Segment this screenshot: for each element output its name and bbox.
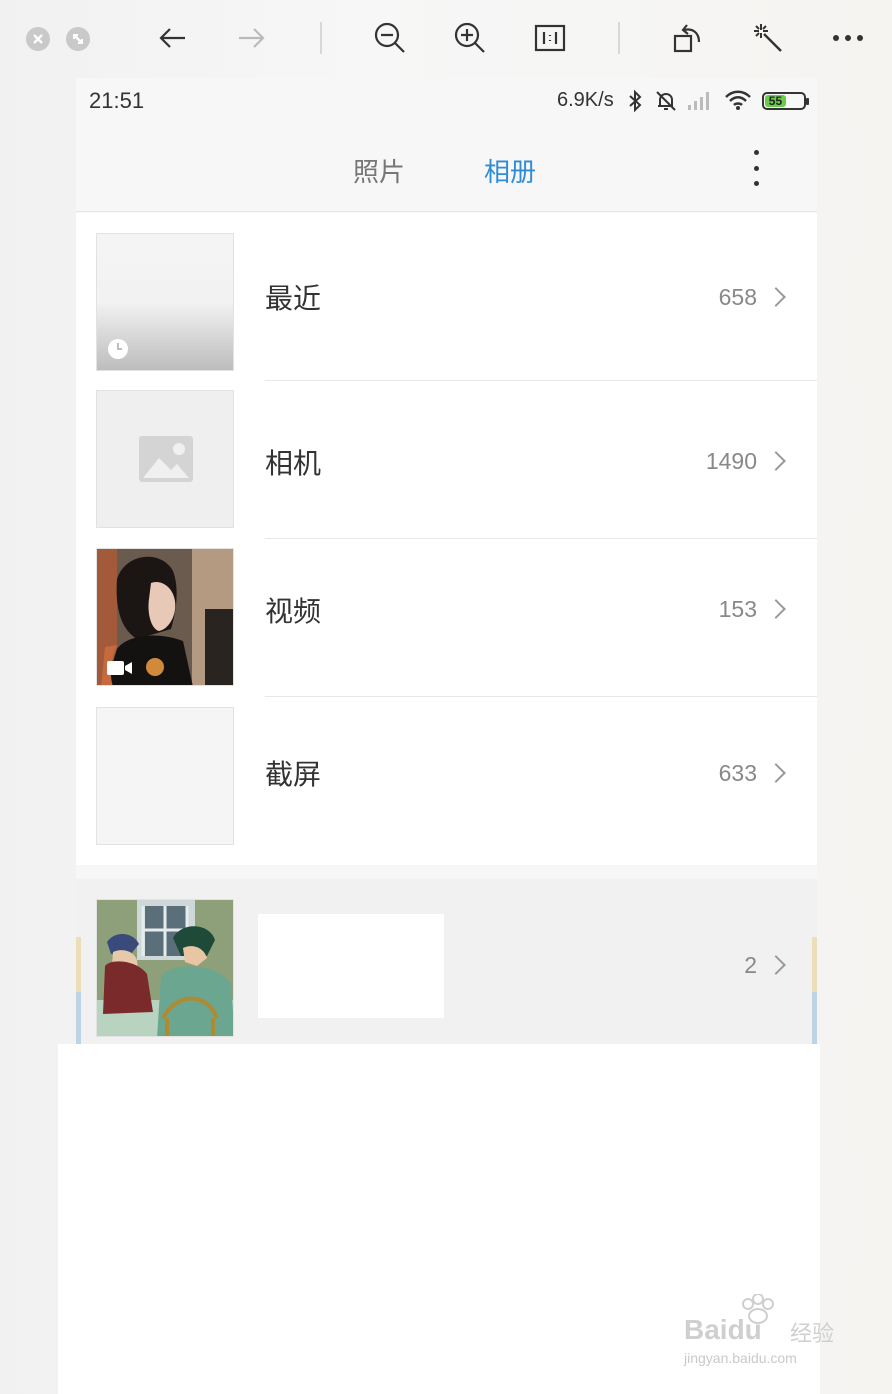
album-thumbnail [96,233,234,371]
album-count: 658 [718,284,757,310]
gallery-header: 照片 相册 [76,138,817,212]
rotate-icon[interactable] [668,18,708,58]
tab-photos[interactable]: 照片 [353,152,405,189]
anime-thumbnail-image [97,900,233,1036]
album-name: 截屏 [265,758,322,791]
phone-screen: 21:51 6.9K/s 55 照片 相册 最近 658 相机 1490 视频 … [76,78,817,1044]
chevron-right-icon [766,599,786,619]
album-name: 视频 [265,595,322,628]
watermark-url: jingyan.baidu.com [684,1350,797,1366]
album-thumbnail [96,707,234,845]
status-bar: 21:51 6.9K/s 55 [76,78,817,128]
chevron-right-icon [766,763,786,783]
battery-icon: 55 [762,92,809,110]
album-name: 相机 [265,447,322,480]
viewer-toolbar [0,0,892,78]
zoom-out-icon[interactable] [370,18,410,58]
video-icon [107,660,133,680]
mute-bell-icon [654,89,678,117]
album-row-camera[interactable]: 相机 1490 [76,381,817,539]
forward-arrow-icon[interactable] [232,18,272,58]
signal-icon [687,90,713,114]
zoom-in-icon[interactable] [450,18,490,58]
album-count: 2 [744,952,757,978]
magic-wand-icon[interactable] [748,18,788,58]
album-row-screenshots[interactable]: 截屏 633 [76,697,817,854]
album-row-recent[interactable]: 最近 658 [76,213,817,381]
edge-decoration-left-blue [76,992,81,1044]
close-window-icon[interactable] [26,27,50,51]
album-row-other[interactable]: 2 [76,879,817,1044]
tab-albums[interactable]: 相册 [484,152,536,189]
album-thumbnail [96,390,234,528]
album-count: 633 [718,760,757,786]
album-count: 1490 [705,448,757,474]
image-placeholder-icon [139,436,193,486]
edge-decoration-right-blue [812,992,817,1044]
status-time: 21:51 [89,88,145,113]
album-count: 153 [718,596,757,622]
edge-decoration-left [76,937,81,992]
album-thumbnail [96,548,234,686]
actual-size-icon[interactable] [530,18,570,58]
overflow-menu-icon[interactable] [748,150,764,186]
network-speed: 6.9K/s [557,89,614,111]
toolbar-divider [320,22,322,54]
watermark-suffix: 经验 [790,1322,835,1347]
edge-decoration-right [812,937,817,992]
minimize-window-icon[interactable] [66,27,90,51]
battery-level: 55 [765,94,786,108]
watermark-brand: Baidu [684,1314,762,1345]
chevron-right-icon [766,451,786,471]
bluetooth-icon [628,89,642,116]
chevron-right-icon [766,955,786,975]
toolbar-divider [618,22,620,54]
album-name: 最近 [265,282,322,315]
album-list: 最近 658 相机 1490 视频 153 截屏 633 [76,213,817,865]
back-arrow-icon[interactable] [152,18,192,58]
more-options-icon[interactable] [828,18,868,58]
wifi-icon [724,89,752,115]
clock-icon [107,338,129,364]
chevron-right-icon [766,287,786,307]
album-thumbnail [96,899,234,1037]
baidu-watermark: Baidu 经验 jingyan.baidu.com [684,1293,844,1374]
album-name-redacted [258,914,444,1018]
album-row-video[interactable]: 视频 153 [76,539,817,697]
